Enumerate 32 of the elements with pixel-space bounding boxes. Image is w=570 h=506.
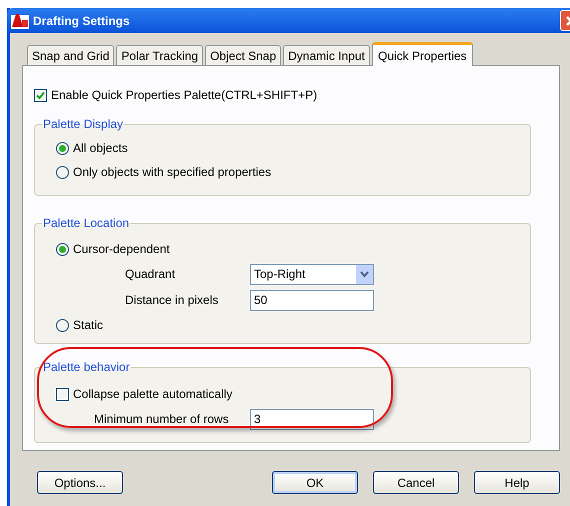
field-label: Distance in pixels [125, 292, 220, 309]
window-title: Drafting Settings [33, 12, 130, 30]
dialog-button[interactable]: Cancel [373, 471, 459, 494]
tab[interactable]: Snap and Grid [27, 45, 114, 65]
tab[interactable]: Dynamic Input [283, 45, 370, 65]
checkbox[interactable] [56, 388, 69, 400]
radio-button[interactable] [56, 166, 69, 178]
radio-label: Static [73, 317, 104, 334]
field-label: Quadrant [125, 266, 176, 283]
dialog-button[interactable]: OK [272, 471, 358, 494]
group-title: Palette Display [42, 116, 124, 133]
field-label: Minimum number of rows [94, 411, 230, 428]
radio-button[interactable] [56, 142, 69, 154]
dialog-button[interactable]: Help [474, 471, 560, 494]
tab[interactable]: Polar Tracking [116, 45, 204, 65]
quadrant-dropdown[interactable]: Top-Right [250, 264, 374, 284]
input-field[interactable]: 3 [250, 408, 374, 430]
checkbox[interactable] [34, 88, 47, 102]
radio-label: All objects [73, 140, 128, 157]
input-field[interactable]: 50 [250, 290, 374, 310]
radio-button[interactable] [56, 242, 69, 256]
radio-label: Only objects with specified properties [73, 164, 272, 181]
radio-label: Cursor-dependent [73, 241, 170, 258]
group-title: Palette behavior [42, 359, 131, 376]
dialog-button[interactable]: Options... [37, 471, 123, 494]
checkbox-label: Enable Quick Properties Palette(CTRL+SHIFT+P) [51, 87, 318, 104]
checkbox-label: Collapse palette automatically [73, 386, 232, 403]
app-icon [11, 12, 29, 28]
group-title: Palette Location [42, 215, 130, 232]
tab[interactable]: Quick Properties [372, 42, 473, 66]
tab[interactable]: Object Snap [205, 45, 282, 65]
radio-button[interactable] [56, 318, 69, 332]
